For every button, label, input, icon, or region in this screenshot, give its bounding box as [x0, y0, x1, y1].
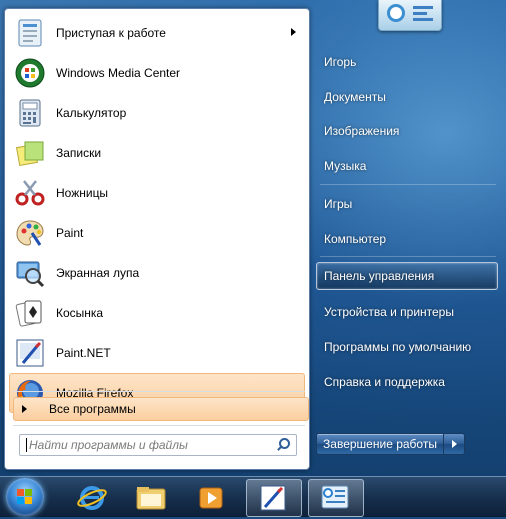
getting-started-icon [14, 17, 46, 49]
right-link-devices-printers[interactable]: Устройства и принтеры [316, 298, 498, 326]
right-link-label: Игорь [324, 55, 357, 69]
program-item-solitaire[interactable]: Косынка [9, 293, 305, 333]
programs-panel: Приступая к работе Windows Media Center … [4, 8, 310, 470]
submenu-arrow-icon[interactable] [291, 28, 296, 36]
program-label: Приступая к работе [56, 26, 166, 40]
program-item-snipping-tool[interactable]: Ножницы [9, 173, 305, 213]
right-link-games[interactable]: Игры [316, 190, 498, 218]
media-center-icon [14, 57, 46, 89]
program-item-windows-media-center[interactable]: Windows Media Center [9, 53, 305, 93]
internet-explorer-icon [77, 486, 107, 510]
divider [320, 256, 496, 257]
control-panel-taskbar-icon [321, 485, 349, 509]
search-placeholder: Найти программы и файлы [26, 438, 274, 452]
media-player-icon [199, 487, 223, 509]
shutdown-group: Завершение работы [316, 433, 465, 455]
sticky-notes-icon [14, 137, 46, 169]
program-label: Windows Media Center [56, 66, 181, 80]
program-label: Paint.NET [56, 346, 111, 360]
right-link-user[interactable]: Игорь [316, 48, 498, 76]
right-link-label: Документы [324, 90, 386, 104]
all-programs-label: Все программы [49, 402, 136, 416]
program-label: Косынка [56, 306, 104, 320]
start-button[interactable] [6, 478, 44, 516]
program-list: Приступая к работе Windows Media Center … [9, 13, 305, 413]
taskbar-paint-net[interactable] [246, 479, 302, 517]
right-link-documents[interactable]: Документы [316, 83, 498, 111]
paint-palette-icon [14, 217, 46, 249]
program-label: Paint [56, 226, 84, 240]
program-label: Ножницы [56, 186, 109, 200]
right-link-label: Компьютер [324, 232, 387, 246]
right-link-computer[interactable]: Компьютер [316, 225, 498, 253]
taskbar-media-player[interactable] [184, 479, 240, 517]
solitaire-cards-icon [14, 297, 46, 329]
paint-net-taskbar-icon [260, 485, 286, 511]
right-link-label: Программы по умолчанию [324, 340, 472, 354]
divider [13, 425, 305, 426]
shutdown-options-arrow-icon[interactable] [444, 433, 465, 455]
right-link-label: Музыка [324, 159, 367, 173]
user-picture[interactable] [378, 0, 442, 31]
calculator-icon [14, 97, 46, 129]
search-input[interactable]: Найти программы и файлы [19, 434, 297, 456]
scissors-icon [14, 177, 46, 209]
right-link-label: Устройства и принтеры [324, 305, 454, 319]
right-link-help-support[interactable]: Справка и поддержка [316, 368, 498, 396]
program-item-sticky-notes[interactable]: Записки [9, 133, 305, 173]
program-item-paint-net[interactable]: Paint.NET [9, 333, 305, 373]
right-link-label: Игры [324, 197, 353, 211]
divider [320, 184, 496, 185]
divider [13, 391, 305, 392]
program-label: Экранная лупа [56, 266, 140, 280]
magnifier-icon [14, 257, 46, 289]
windows-explorer-icon [136, 487, 166, 510]
right-link-default-programs[interactable]: Программы по умолчанию [316, 333, 498, 361]
user-picture-emblem-icon [387, 4, 405, 22]
shutdown-button[interactable]: Завершение работы [316, 433, 444, 455]
program-label: Записки [56, 146, 102, 160]
right-link-label: Панель управления [324, 269, 435, 283]
windows-flag-icon [17, 489, 33, 505]
taskbar-windows-explorer[interactable] [124, 479, 180, 517]
program-item-paint[interactable]: Paint [9, 213, 305, 253]
arrow-right-icon [22, 405, 27, 413]
program-item-magnifier[interactable]: Экранная лупа [9, 253, 305, 293]
program-label: Калькулятор [56, 106, 127, 120]
right-link-label: Справка и поддержка [324, 375, 445, 389]
taskbar-internet-explorer[interactable] [64, 479, 120, 517]
right-link-pictures[interactable]: Изображения [316, 117, 498, 145]
right-link-control-panel[interactable]: Панель управления [316, 262, 498, 290]
right-link-music[interactable]: Музыка [316, 152, 498, 180]
program-item-getting-started[interactable]: Приступая к работе [9, 13, 305, 53]
taskbar [0, 476, 506, 517]
paint-net-icon [14, 337, 46, 369]
program-item-calculator[interactable]: Калькулятор [9, 93, 305, 133]
all-programs-button[interactable]: Все программы [13, 397, 309, 421]
search-icon[interactable] [274, 436, 292, 454]
right-link-label: Изображения [324, 124, 400, 138]
taskbar-control-panel[interactable] [308, 479, 364, 517]
